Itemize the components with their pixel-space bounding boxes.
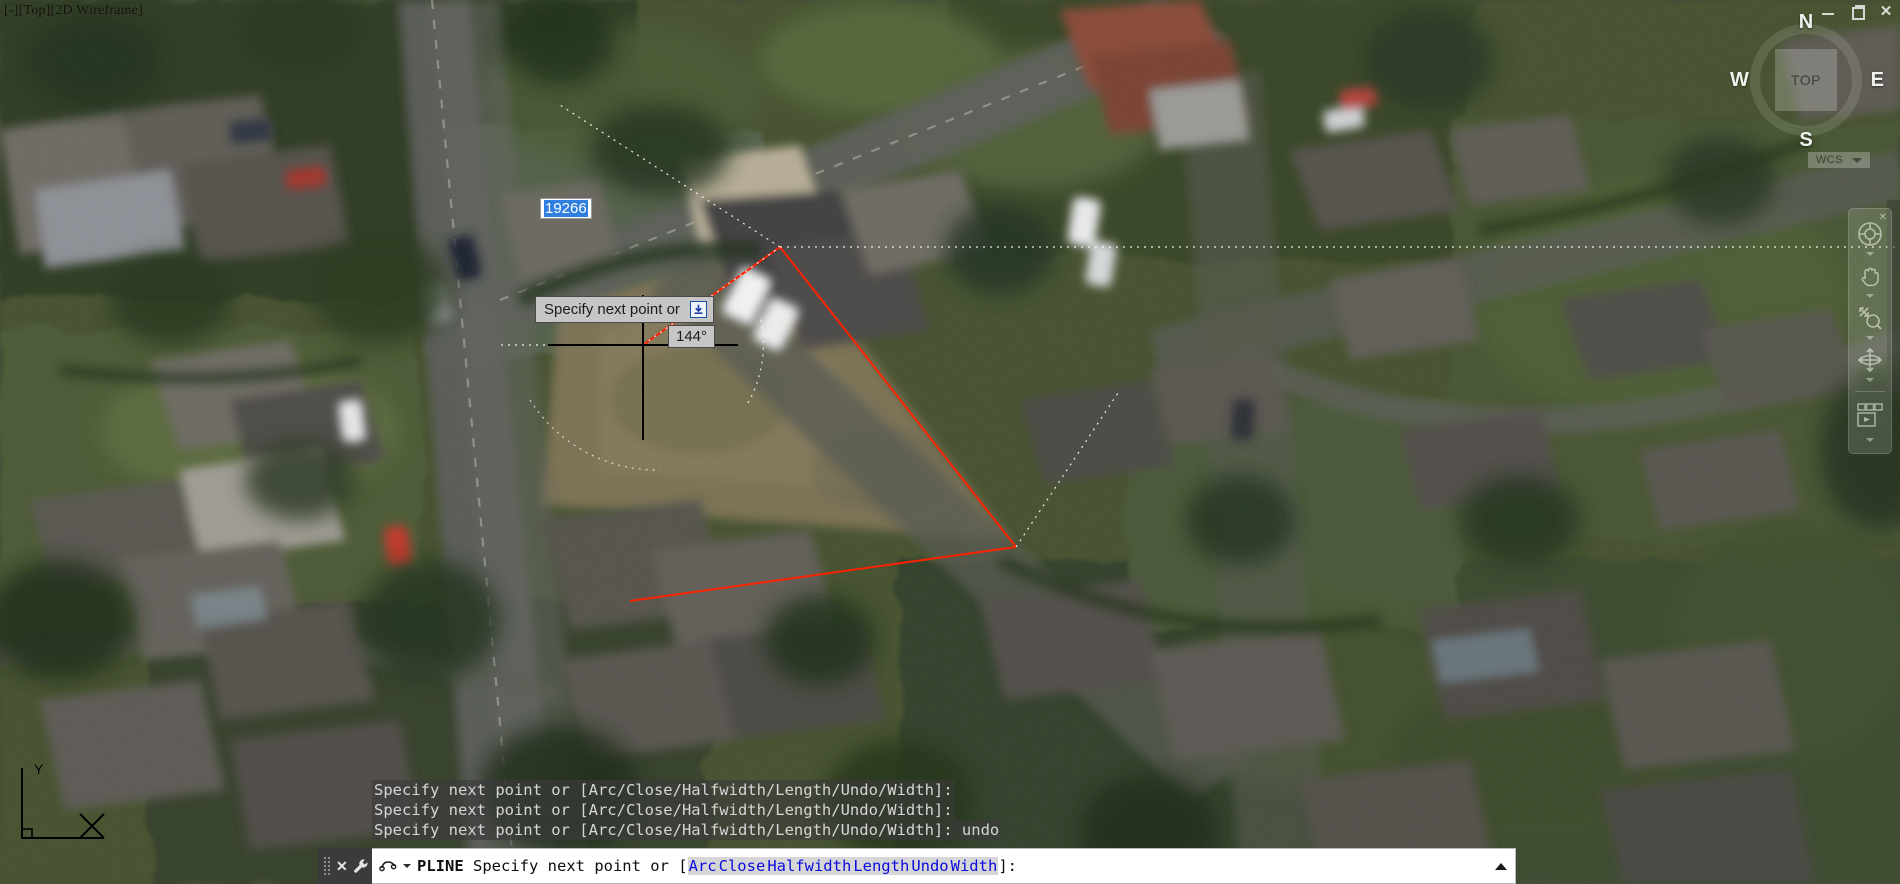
compass-south[interactable]: S (1799, 130, 1812, 150)
command-option-width[interactable]: Width (949, 857, 999, 875)
ucs-selector-label: WCS (1815, 154, 1843, 166)
close-icon[interactable]: ✕ (1878, 4, 1894, 20)
restore-icon[interactable] (1849, 4, 1865, 20)
command-line-grip[interactable]: ✕ (318, 848, 372, 884)
expand-history-icon[interactable] (1495, 862, 1507, 870)
history-line: Specify next point or [Arc/Close/Halfwid… (372, 800, 1001, 820)
compass-east[interactable]: E (1871, 70, 1884, 90)
command-history: Specify next point or [Arc/Close/Halfwid… (372, 780, 1002, 840)
zoom-extents-icon[interactable] (1853, 303, 1887, 333)
command-option-length[interactable]: Length (852, 857, 911, 875)
viewport-label[interactable]: [-][Top][2D Wireframe] (4, 3, 143, 19)
navigation-bar[interactable]: ✕ (1848, 208, 1892, 454)
command-input-field[interactable]: PLINE Specify next point or [Arc Close H… (372, 848, 1516, 884)
orbit-dropdown-icon[interactable] (1866, 378, 1874, 382)
orbit-icon[interactable] (1853, 345, 1887, 375)
navbar-divider (1855, 391, 1885, 392)
steering-wheels-icon[interactable] (1853, 219, 1887, 249)
history-line-text: Specify next point or [Arc/Close/Halfwid… (372, 800, 955, 820)
history-line-text: Specify next point or [Arc/Close/Halfwid… (372, 780, 955, 800)
history-line: Specify next point or [Arc/Close/Halfwid… (372, 780, 1001, 800)
dynamic-prompt-text: Specify next point or (544, 301, 680, 318)
drawing-viewport[interactable]: [-][Top][2D Wireframe] 19266 Specify nex… (0, 0, 1900, 884)
show-motion-dropdown-icon[interactable] (1866, 438, 1874, 442)
minimize-icon[interactable] (1820, 4, 1836, 20)
chevron-down-icon (1852, 157, 1862, 163)
ucs-selector-dropdown[interactable]: WCS (1807, 152, 1870, 168)
aerial-photo-background (0, 0, 1900, 884)
command-option-halfwidth[interactable]: Halfwidth (766, 857, 853, 875)
customize-wrench-icon[interactable] (353, 858, 370, 875)
dynamic-input-angle-field[interactable]: 144° (668, 325, 716, 348)
angle-value: 144° (676, 328, 708, 345)
compass-west[interactable]: W (1730, 70, 1749, 90)
command-line-text[interactable]: PLINE Specify next point or [Arc Close H… (417, 857, 1017, 875)
active-command-name: PLINE (417, 857, 464, 875)
down-arrow-icon[interactable] (689, 301, 707, 318)
command-option-close[interactable]: Close (717, 857, 767, 875)
dynamic-input-distance-field[interactable]: 19266 (540, 198, 592, 219)
history-line: Specify next point or [Arc/Close/Halfwid… (372, 820, 1002, 840)
steering-wheels-dropdown-icon[interactable] (1866, 252, 1874, 256)
drag-handle-icon[interactable] (324, 856, 331, 876)
dynamic-input-prompt-tooltip: Specify next point or (535, 296, 714, 323)
history-line-text: Specify next point or [Arc/Close/Halfwid… (372, 820, 1002, 840)
pan-dropdown-icon[interactable] (1866, 294, 1874, 298)
chevron-down-icon (403, 864, 411, 868)
recent-commands-icon[interactable] (379, 859, 411, 873)
command-line-close-icon[interactable]: ✕ (336, 859, 348, 873)
command-line[interactable]: ✕ PLINE Specify next point or [Arc Close… (318, 848, 1516, 884)
compass-north[interactable]: N (1799, 12, 1813, 32)
command-option-arc[interactable]: Arc (687, 857, 718, 875)
distance-value[interactable]: 19266 (544, 200, 588, 217)
viewcube-top-face[interactable]: TOP (1775, 49, 1837, 111)
show-motion-icon[interactable] (1853, 399, 1887, 435)
pan-icon[interactable] (1853, 261, 1887, 291)
autocad-window: [-][Top][2D Wireframe] 19266 Specify nex… (0, 0, 1900, 884)
command-option-undo[interactable]: Undo (910, 857, 950, 875)
zoom-dropdown-icon[interactable] (1866, 336, 1874, 340)
window-controls[interactable]: ✕ (1820, 4, 1894, 20)
viewcube[interactable]: TOP N S W E (1730, 12, 1884, 150)
